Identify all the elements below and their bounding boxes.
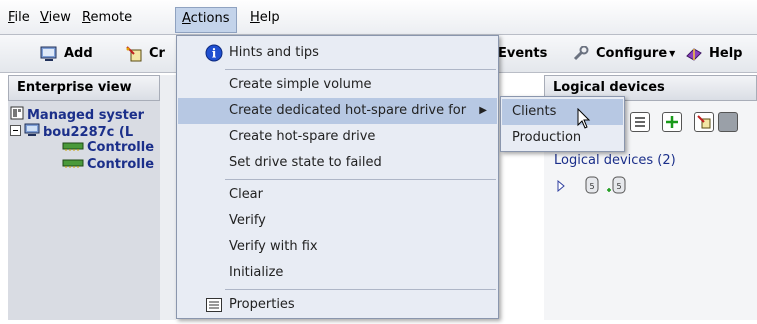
collapse-icon[interactable] [10, 124, 21, 140]
menu-separator [225, 179, 496, 180]
menu-bar: File View Remote Actions Help [0, 0, 757, 35]
enterprise-view-pane: Enterprise view Managed syster bou2287c … [8, 75, 160, 320]
menu-item-clear[interactable]: Clear [178, 182, 497, 208]
svg-text:i: i [212, 47, 217, 61]
enterprise-view-header: Enterprise view [8, 75, 160, 101]
menu-item-label: Verify [229, 213, 266, 228]
menu-separator [225, 69, 496, 70]
logical-devices-count: Logical devices (2) [554, 153, 676, 168]
menu-separator [225, 289, 496, 290]
tree-controller-2-label: Controlle [87, 157, 155, 172]
menu-item-label: Clear [229, 187, 263, 202]
tree-host-label: bou2287c (L [43, 124, 134, 140]
list-view-icon[interactable] [630, 112, 650, 132]
tree-controller-1-label: Controlle [87, 140, 155, 155]
tree-managed-systems-label: Managed syster [27, 107, 145, 123]
submenu-item-production[interactable]: Production [502, 125, 623, 151]
events-button-label: Events [498, 46, 548, 61]
controller-card-icon [62, 140, 84, 155]
menu-help-rest: elp [259, 10, 280, 25]
submenu-arrow-icon: ▶ [479, 105, 487, 116]
help-button[interactable]: Help [685, 45, 742, 63]
tree-host[interactable]: bou2287c (L [10, 123, 133, 141]
svg-text:5: 5 [589, 182, 594, 191]
events-button[interactable]: Events [498, 45, 547, 63]
menu-item-create-simple-volume[interactable]: Create simple volume [178, 72, 497, 98]
menu-item-create-dedicated-hot-spare[interactable]: Create dedicated hot-spare drive for ▶ [178, 98, 497, 124]
actions-menu: i Hints and tips Create simple volume Cr… [176, 35, 499, 319]
controller-card-icon [62, 157, 84, 172]
add-logical-device-icon[interactable] [662, 112, 682, 132]
menu-view-accel: V [40, 10, 49, 25]
help-button-label: Help [709, 46, 743, 61]
mouse-cursor-icon [577, 107, 591, 134]
menu-actions-rest: ctions [190, 11, 230, 26]
menu-view-rest: iew [48, 10, 71, 25]
submenu-item-clients[interactable]: Clients [502, 99, 623, 125]
menu-file[interactable]: File [8, 10, 30, 26]
menu-remote[interactable]: Remote [82, 10, 132, 26]
menu-view[interactable]: View [40, 10, 71, 26]
menu-item-label: Create dedicated hot-spare drive for [229, 103, 467, 118]
menu-item-label: Create hot-spare drive [229, 129, 376, 144]
menu-item-create-hot-spare-drive[interactable]: Create hot-spare drive [178, 124, 497, 150]
tree-managed-systems[interactable]: Managed syster [10, 106, 144, 124]
menu-item-label: Initialize [229, 265, 284, 280]
menu-item-set-drive-failed[interactable]: Set drive state to failed [178, 150, 497, 176]
menu-item-label: Verify with fix [229, 239, 318, 254]
submenu-item-label: Production [512, 130, 582, 145]
menu-help-accel: H [250, 10, 260, 25]
help-book-icon [685, 46, 703, 62]
add-button-label: Add [64, 46, 93, 61]
svg-text:5: 5 [616, 182, 621, 191]
create-wizard-icon [125, 46, 143, 62]
menu-item-properties[interactable]: Properties [178, 292, 497, 318]
chevron-down-icon: ▼ [669, 49, 676, 58]
create-button-label: Cr [149, 46, 165, 61]
menu-item-hints-label: Hints and tips [229, 45, 319, 60]
menu-item-verify-with-fix[interactable]: Verify with fix [178, 234, 497, 260]
info-icon: i [205, 44, 223, 72]
menu-actions[interactable]: Actions [175, 7, 237, 33]
host-computer-icon [24, 123, 40, 141]
submenu-item-label: Clients [512, 104, 557, 119]
add-system-icon [40, 46, 58, 62]
pane-divider[interactable] [160, 75, 176, 320]
add-button[interactable]: Add [40, 45, 93, 63]
delete-icon[interactable] [718, 112, 738, 132]
menu-file-rest: ile [14, 10, 30, 25]
menu-item-properties-label: Properties [229, 297, 295, 312]
menu-help[interactable]: Help [250, 10, 280, 26]
configure-button[interactable]: Configure ▼ [572, 45, 675, 63]
tree-controller-2[interactable]: Controlle [62, 157, 154, 172]
menu-item-initialize[interactable]: Initialize [178, 260, 497, 286]
configure-button-label: Configure [596, 46, 668, 61]
wrench-icon [572, 45, 590, 62]
menu-item-hints-and-tips[interactable]: i Hints and tips [178, 40, 497, 66]
menu-item-label: Create simple volume [229, 77, 372, 92]
menu-item-label: Set drive state to failed [229, 155, 382, 170]
menu-actions-accel: A [182, 11, 191, 26]
storage-manager-window: File View Remote Actions Help Add Cr Eve… [0, 0, 757, 320]
raid-drive-spare-icon[interactable]: 5 [606, 175, 628, 199]
hot-spare-submenu: Clients Production [500, 96, 625, 152]
raid-drive-icon[interactable]: 5 [584, 175, 600, 199]
create-button[interactable]: Cr [125, 45, 165, 63]
menu-remote-rest: emote [90, 10, 133, 25]
menu-item-verify[interactable]: Verify [178, 208, 497, 234]
tree-controller-1[interactable]: Controlle [62, 140, 154, 155]
wizard-icon[interactable] [694, 112, 714, 132]
expand-icon[interactable] [556, 179, 566, 196]
tree-root-icon [10, 106, 24, 124]
